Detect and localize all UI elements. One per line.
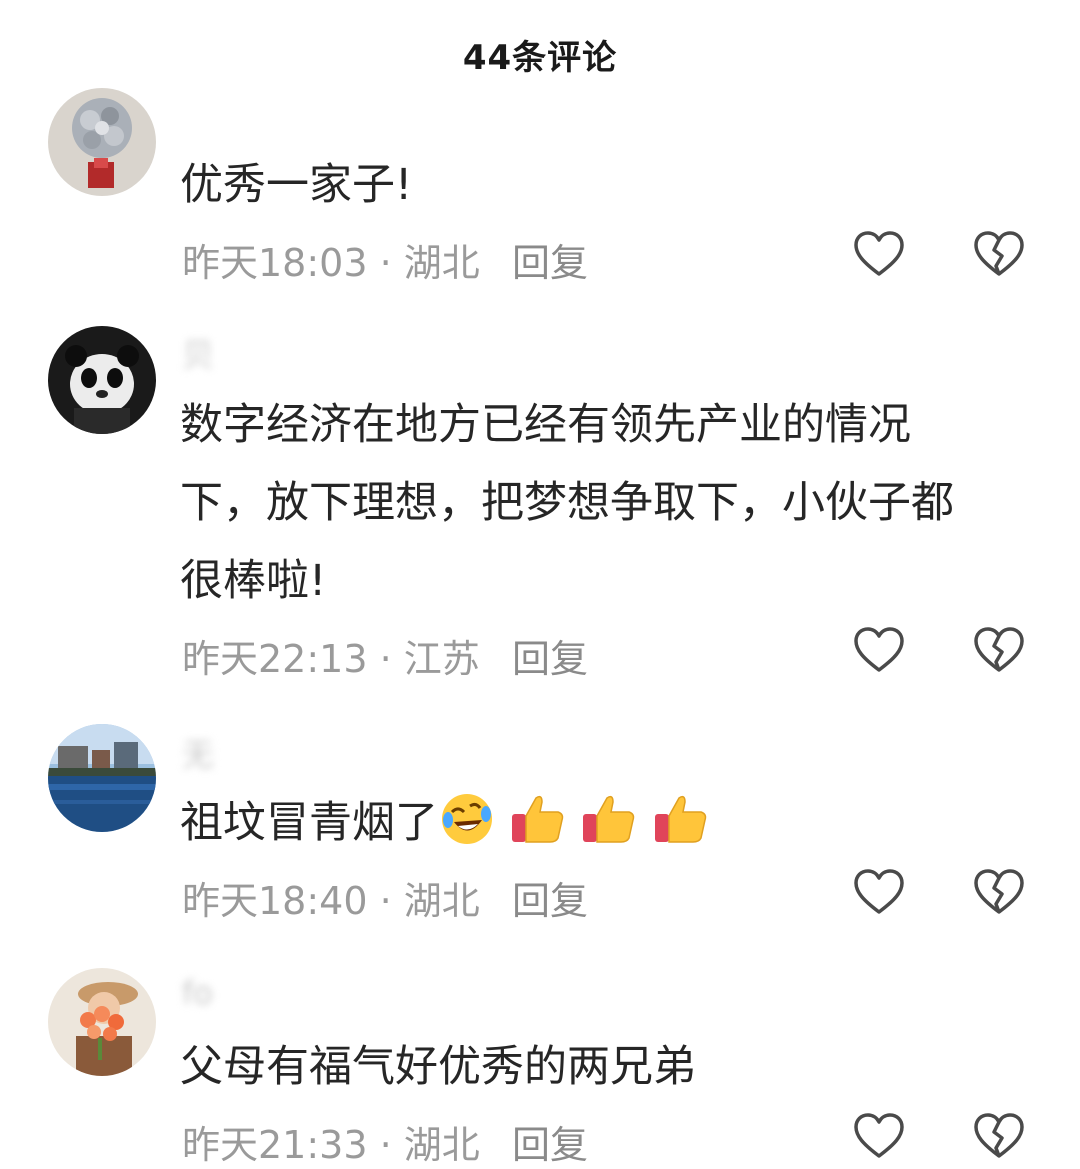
reply-button[interactable]: 回复 [512,1114,588,1169]
comment-location: 湖北 [403,241,480,285]
meta-separator: · [367,879,404,923]
meta-separator: · [367,637,404,681]
comment-text-line: 下，放下理想，把梦想争取下，小伙子都 [180,478,954,528]
comments-header: 44条评论 [0,0,1080,100]
like-button[interactable] [853,1112,905,1160]
dislike-button[interactable] [973,626,1025,674]
meta-separator: · [367,241,404,285]
comment-text-line: 父母有福气好优秀的两兄弟 [180,1042,696,1092]
avatar-image [48,326,156,434]
broken-heart-outline-icon [974,869,1024,914]
heart-outline-icon [854,1113,904,1158]
comment-meta: 昨天21:33 · 湖北 [182,1114,480,1169]
meta-separator: · [367,1123,404,1167]
comment-time: 昨天18:03 [182,241,368,285]
comment-time: 昨天22:13 [182,637,368,681]
comment-count-title: 44条评论 [462,38,618,78]
avatar[interactable] [48,88,156,196]
username[interactable]: fo [182,974,213,1012]
dislike-button[interactable] [973,1112,1025,1160]
like-button[interactable] [853,626,905,674]
comment-location: 湖北 [403,879,480,923]
avatar[interactable] [48,724,156,832]
heart-outline-icon [854,869,904,914]
avatar-image [48,968,156,1076]
comment-location: 江苏 [403,637,480,681]
username[interactable]: 无 [182,730,214,776]
username[interactable]: 贝 [182,330,214,376]
like-button[interactable] [853,230,905,278]
comment-time: 昨天18:40 [182,879,368,923]
reply-button[interactable]: 回复 [512,232,588,287]
dislike-button[interactable] [973,868,1025,916]
comment-text-line: 很棒啦! [180,556,327,606]
comment-text-line: 数字经济在地方已经有领先产业的情况 [180,400,911,450]
comment-text: 父母有福气好优秀的两兄弟 [180,1028,1010,1106]
comment-text: 祖坟冒青烟了 [180,784,1010,865]
thumbs-up-emoji [655,795,707,843]
avatar-image [48,88,156,196]
broken-heart-outline-icon [974,1113,1024,1158]
comment-location: 湖北 [403,1123,480,1167]
rolling-laugh-emoji [442,793,492,844]
thumbs-up-emoji [511,795,563,843]
comment-text-content: 祖坟冒青烟了 [180,798,438,848]
comment-text-line: 祖坟冒青烟了 [180,784,1010,865]
comment-text-line: 优秀一家子! [180,160,413,210]
avatar[interactable] [48,968,156,1076]
avatar[interactable] [48,326,156,434]
comment-text: 数字经济在地方已经有领先产业的情况 下，放下理想，把梦想争取下，小伙子都 很棒啦… [180,386,1010,620]
dislike-button[interactable] [973,230,1025,278]
comment-time: 昨天21:33 [182,1123,368,1167]
emoji-row [438,787,711,865]
comment-meta: 昨天22:13 · 江苏 [182,628,480,683]
thumbs-up-emoji [583,795,635,843]
broken-heart-outline-icon [974,627,1024,672]
heart-outline-icon [854,231,904,276]
comment-text: 优秀一家子! [180,146,1010,224]
broken-heart-outline-icon [974,231,1024,276]
like-button[interactable] [853,868,905,916]
comment-meta: 昨天18:40 · 湖北 [182,870,480,925]
heart-outline-icon [854,627,904,672]
reply-button[interactable]: 回复 [512,870,588,925]
comment-meta: 昨天18:03 · 湖北 [182,232,480,287]
reply-button[interactable]: 回复 [512,628,588,683]
avatar-image [48,724,156,832]
